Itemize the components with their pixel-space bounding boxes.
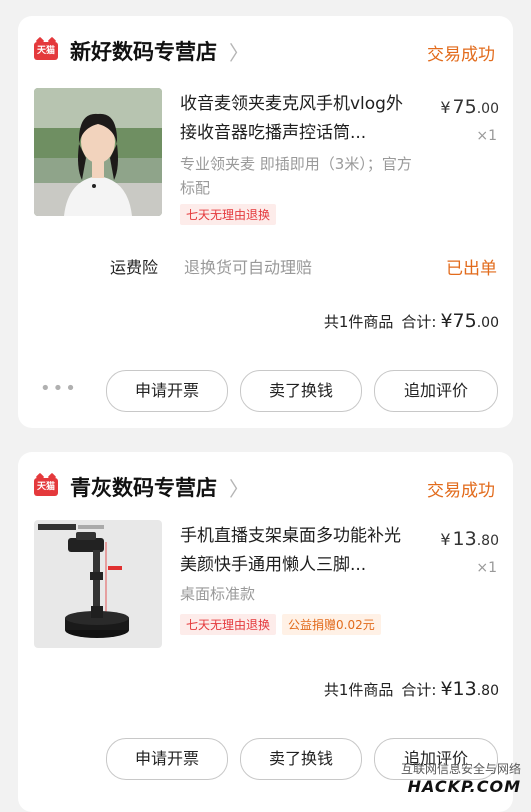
product-price: ¥13.80 (440, 528, 499, 550)
product-quantity: ×1 (476, 128, 497, 144)
watermark-text: 互联网信息安全与网络 (400, 762, 521, 776)
order-total: 共1件商品 合计: ¥75.00 (324, 310, 499, 332)
service-tags: 七天无理由退换 (180, 204, 282, 225)
shop-header[interactable]: 天猫 青灰数码专营店 〉 (34, 470, 249, 504)
product-sku: 专业领夹麦 即插即用（3米）；官方标配 (180, 155, 412, 197)
product-sku: 桌面标准款 (180, 585, 256, 603)
product-image-woman-mic (34, 88, 162, 216)
service-tags: 七天无理由退换 公益捐赠0.02元 (180, 614, 387, 635)
order-card: 天猫 新好数码专营店 〉 交易成功 收音麦领夹麦克风手机vlog外接收音器吃播声… (18, 16, 513, 428)
total-amount: ¥13.80 (440, 678, 499, 700)
total-label: 合计: (401, 313, 437, 331)
order-status: 交易成功 (427, 481, 495, 501)
shop-header[interactable]: 天猫 新好数码专营店 〉 (34, 34, 249, 68)
product-image-phone-stand (34, 520, 162, 648)
insurance-desc: 退换货可自动理赔 (184, 258, 313, 277)
add-review-button[interactable]: 追加评价 (374, 370, 498, 412)
insurance-label: 运费险 (110, 258, 159, 277)
tmall-badge-icon: 天猫 (34, 42, 58, 60)
product-title[interactable]: 收音麦领夹麦克风手机vlog外接收音器吃播声控话筒... (180, 90, 416, 148)
item-count: 共1件商品 (323, 313, 394, 331)
total-amount: ¥75.00 (440, 310, 499, 332)
total-label: 合计: (401, 681, 437, 699)
order-total: 共1件商品 合计: ¥13.80 (324, 678, 499, 700)
more-options-icon[interactable]: ••• (40, 378, 78, 399)
product-thumbnail[interactable] (34, 88, 162, 216)
order-status: 交易成功 (427, 45, 495, 65)
product-thumbnail[interactable] (34, 520, 162, 648)
chevron-right-icon[interactable]: 〉 (229, 37, 249, 66)
tag-seven-day-return: 七天无理由退换 (180, 614, 277, 635)
watermark: 互联网信息安全与网络 HACKP.COM (401, 760, 521, 796)
product-title[interactable]: 手机直播支架桌面多功能补光美颜快手通用懒人三脚... (180, 522, 416, 580)
invoice-button[interactable]: 申请开票 (106, 738, 228, 780)
tag-seven-day-return: 七天无理由退换 (180, 204, 277, 225)
product-price: ¥75.00 (440, 96, 499, 118)
product-quantity: ×1 (476, 560, 497, 576)
tag-charity-donation: 公益捐赠0.02元 (282, 614, 381, 635)
invoice-button[interactable]: 申请开票 (106, 370, 228, 412)
shop-name[interactable]: 新好数码专营店 (70, 36, 217, 66)
resell-button[interactable]: 卖了换钱 (240, 370, 362, 412)
order-card: 天猫 青灰数码专营店 〉 交易成功 手机直播支架桌面多功能补光美颜快手通用懒人三… (18, 452, 513, 812)
watermark-logo: HACKP.COM (407, 777, 521, 796)
shop-name[interactable]: 青灰数码专营店 (70, 472, 217, 502)
tmall-badge-icon: 天猫 (34, 478, 58, 496)
chevron-right-icon[interactable]: 〉 (229, 473, 249, 502)
insurance-status[interactable]: 已出单 (446, 254, 497, 279)
resell-button[interactable]: 卖了换钱 (240, 738, 362, 780)
item-count: 共1件商品 (323, 681, 394, 699)
